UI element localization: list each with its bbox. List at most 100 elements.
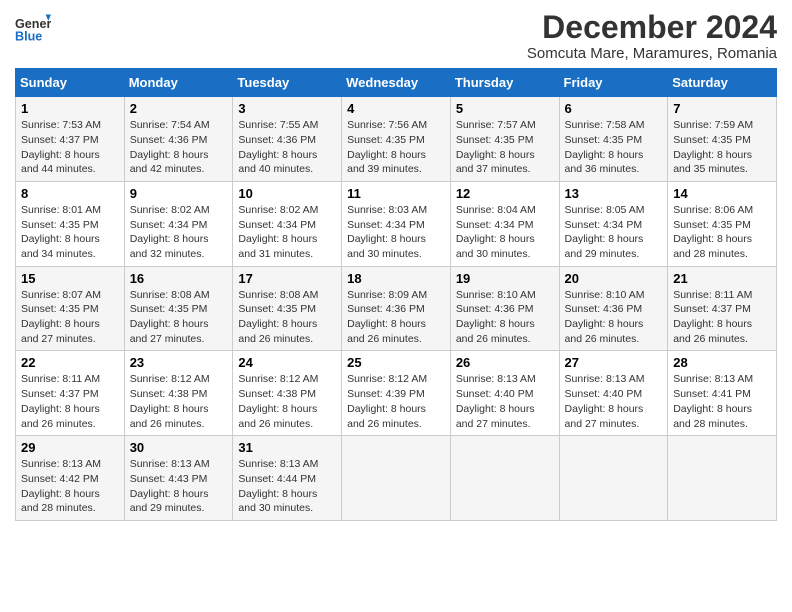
day-cell-22: 22 Sunrise: 8:11 AM Sunset: 4:37 PM Dayl… bbox=[16, 351, 125, 436]
sunrise-label: Sunrise: 8:01 AM bbox=[21, 204, 101, 216]
sunset-label: Sunset: 4:35 PM bbox=[565, 134, 643, 146]
day-number: 5 bbox=[456, 101, 554, 116]
sunrise-label: Sunrise: 7:54 AM bbox=[130, 119, 210, 131]
day-number: 16 bbox=[130, 271, 228, 286]
day-number: 8 bbox=[21, 186, 119, 201]
day-number: 4 bbox=[347, 101, 445, 116]
day-info: Sunrise: 8:11 AM Sunset: 4:37 PM Dayligh… bbox=[673, 288, 771, 347]
daylight-label: Daylight: 8 hours and 37 minutes. bbox=[456, 149, 535, 176]
day-info: Sunrise: 8:08 AM Sunset: 4:35 PM Dayligh… bbox=[238, 288, 336, 347]
day-number: 13 bbox=[565, 186, 663, 201]
day-cell-15: 15 Sunrise: 8:07 AM Sunset: 4:35 PM Dayl… bbox=[16, 266, 125, 351]
daylight-label: Daylight: 8 hours and 27 minutes. bbox=[130, 318, 209, 345]
day-cell-13: 13 Sunrise: 8:05 AM Sunset: 4:34 PM Dayl… bbox=[559, 181, 668, 266]
sunrise-label: Sunrise: 7:53 AM bbox=[21, 119, 101, 131]
logo-icon: General Blue bbox=[15, 10, 51, 46]
day-info: Sunrise: 8:13 AM Sunset: 4:41 PM Dayligh… bbox=[673, 372, 771, 431]
calendar: SundayMondayTuesdayWednesdayThursdayFrid… bbox=[15, 68, 777, 521]
sunset-label: Sunset: 4:35 PM bbox=[673, 134, 751, 146]
sunrise-label: Sunrise: 8:10 AM bbox=[456, 289, 536, 301]
day-info: Sunrise: 8:12 AM Sunset: 4:38 PM Dayligh… bbox=[130, 372, 228, 431]
day-cell-2: 2 Sunrise: 7:54 AM Sunset: 4:36 PM Dayli… bbox=[124, 97, 233, 182]
sunrise-label: Sunrise: 8:08 AM bbox=[238, 289, 318, 301]
sunrise-label: Sunrise: 8:13 AM bbox=[565, 373, 645, 385]
day-info: Sunrise: 7:53 AM Sunset: 4:37 PM Dayligh… bbox=[21, 118, 119, 177]
daylight-label: Daylight: 8 hours and 39 minutes. bbox=[347, 149, 426, 176]
daylight-label: Daylight: 8 hours and 27 minutes. bbox=[456, 403, 535, 430]
sunrise-label: Sunrise: 8:02 AM bbox=[238, 204, 318, 216]
day-cell-21: 21 Sunrise: 8:11 AM Sunset: 4:37 PM Dayl… bbox=[668, 266, 777, 351]
day-number: 23 bbox=[130, 355, 228, 370]
sunset-label: Sunset: 4:34 PM bbox=[347, 219, 425, 231]
sunset-label: Sunset: 4:35 PM bbox=[21, 303, 99, 315]
day-cell-24: 24 Sunrise: 8:12 AM Sunset: 4:38 PM Dayl… bbox=[233, 351, 342, 436]
sunrise-label: Sunrise: 8:13 AM bbox=[21, 458, 101, 470]
sunset-label: Sunset: 4:37 PM bbox=[21, 388, 99, 400]
weekday-header-wednesday: Wednesday bbox=[342, 69, 451, 97]
week-row-3: 15 Sunrise: 8:07 AM Sunset: 4:35 PM Dayl… bbox=[16, 266, 777, 351]
day-cell-25: 25 Sunrise: 8:12 AM Sunset: 4:39 PM Dayl… bbox=[342, 351, 451, 436]
daylight-label: Daylight: 8 hours and 28 minutes. bbox=[673, 233, 752, 260]
day-number: 19 bbox=[456, 271, 554, 286]
day-info: Sunrise: 7:56 AM Sunset: 4:35 PM Dayligh… bbox=[347, 118, 445, 177]
sunset-label: Sunset: 4:34 PM bbox=[130, 219, 208, 231]
day-number: 9 bbox=[130, 186, 228, 201]
sunrise-label: Sunrise: 8:13 AM bbox=[238, 458, 318, 470]
sunrise-label: Sunrise: 7:57 AM bbox=[456, 119, 536, 131]
day-cell-7: 7 Sunrise: 7:59 AM Sunset: 4:35 PM Dayli… bbox=[668, 97, 777, 182]
sunset-label: Sunset: 4:42 PM bbox=[21, 473, 99, 485]
sunrise-label: Sunrise: 8:12 AM bbox=[238, 373, 318, 385]
daylight-label: Daylight: 8 hours and 32 minutes. bbox=[130, 233, 209, 260]
day-cell-30: 30 Sunrise: 8:13 AM Sunset: 4:43 PM Dayl… bbox=[124, 436, 233, 521]
day-info: Sunrise: 8:13 AM Sunset: 4:42 PM Dayligh… bbox=[21, 457, 119, 516]
sunrise-label: Sunrise: 8:05 AM bbox=[565, 204, 645, 216]
sunrise-label: Sunrise: 8:11 AM bbox=[673, 289, 752, 301]
sunset-label: Sunset: 4:34 PM bbox=[565, 219, 643, 231]
day-number: 30 bbox=[130, 440, 228, 455]
daylight-label: Daylight: 8 hours and 36 minutes. bbox=[565, 149, 644, 176]
day-info: Sunrise: 7:59 AM Sunset: 4:35 PM Dayligh… bbox=[673, 118, 771, 177]
subtitle: Somcuta Mare, Maramures, Romania bbox=[527, 45, 777, 62]
daylight-label: Daylight: 8 hours and 27 minutes. bbox=[21, 318, 100, 345]
day-number: 21 bbox=[673, 271, 771, 286]
day-cell-5: 5 Sunrise: 7:57 AM Sunset: 4:35 PM Dayli… bbox=[450, 97, 559, 182]
day-number: 3 bbox=[238, 101, 336, 116]
weekday-header-friday: Friday bbox=[559, 69, 668, 97]
sunrise-label: Sunrise: 8:13 AM bbox=[673, 373, 753, 385]
day-number: 14 bbox=[673, 186, 771, 201]
sunrise-label: Sunrise: 8:07 AM bbox=[21, 289, 101, 301]
sunset-label: Sunset: 4:36 PM bbox=[347, 303, 425, 315]
sunset-label: Sunset: 4:38 PM bbox=[130, 388, 208, 400]
day-info: Sunrise: 8:03 AM Sunset: 4:34 PM Dayligh… bbox=[347, 203, 445, 262]
day-cell-10: 10 Sunrise: 8:02 AM Sunset: 4:34 PM Dayl… bbox=[233, 181, 342, 266]
sunrise-label: Sunrise: 8:06 AM bbox=[673, 204, 753, 216]
day-info: Sunrise: 8:13 AM Sunset: 4:40 PM Dayligh… bbox=[565, 372, 663, 431]
day-cell-26: 26 Sunrise: 8:13 AM Sunset: 4:40 PM Dayl… bbox=[450, 351, 559, 436]
day-info: Sunrise: 8:10 AM Sunset: 4:36 PM Dayligh… bbox=[565, 288, 663, 347]
sunrise-label: Sunrise: 7:56 AM bbox=[347, 119, 427, 131]
sunset-label: Sunset: 4:36 PM bbox=[456, 303, 534, 315]
weekday-header-monday: Monday bbox=[124, 69, 233, 97]
day-number: 7 bbox=[673, 101, 771, 116]
sunset-label: Sunset: 4:36 PM bbox=[238, 134, 316, 146]
sunset-label: Sunset: 4:36 PM bbox=[130, 134, 208, 146]
sunset-label: Sunset: 4:39 PM bbox=[347, 388, 425, 400]
week-row-4: 22 Sunrise: 8:11 AM Sunset: 4:37 PM Dayl… bbox=[16, 351, 777, 436]
sunrise-label: Sunrise: 8:13 AM bbox=[130, 458, 210, 470]
sunrise-label: Sunrise: 7:55 AM bbox=[238, 119, 318, 131]
day-cell-27: 27 Sunrise: 8:13 AM Sunset: 4:40 PM Dayl… bbox=[559, 351, 668, 436]
title-area: December 2024 Somcuta Mare, Maramures, R… bbox=[527, 10, 777, 62]
day-info: Sunrise: 8:12 AM Sunset: 4:38 PM Dayligh… bbox=[238, 372, 336, 431]
day-info: Sunrise: 8:02 AM Sunset: 4:34 PM Dayligh… bbox=[238, 203, 336, 262]
day-cell-29: 29 Sunrise: 8:13 AM Sunset: 4:42 PM Dayl… bbox=[16, 436, 125, 521]
weekday-header-row: SundayMondayTuesdayWednesdayThursdayFrid… bbox=[16, 69, 777, 97]
daylight-label: Daylight: 8 hours and 30 minutes. bbox=[456, 233, 535, 260]
sunrise-label: Sunrise: 8:08 AM bbox=[130, 289, 210, 301]
day-info: Sunrise: 8:12 AM Sunset: 4:39 PM Dayligh… bbox=[347, 372, 445, 431]
day-info: Sunrise: 8:02 AM Sunset: 4:34 PM Dayligh… bbox=[130, 203, 228, 262]
day-cell-18: 18 Sunrise: 8:09 AM Sunset: 4:36 PM Dayl… bbox=[342, 266, 451, 351]
day-number: 2 bbox=[130, 101, 228, 116]
sunset-label: Sunset: 4:35 PM bbox=[673, 219, 751, 231]
sunset-label: Sunset: 4:34 PM bbox=[238, 219, 316, 231]
day-info: Sunrise: 8:13 AM Sunset: 4:43 PM Dayligh… bbox=[130, 457, 228, 516]
